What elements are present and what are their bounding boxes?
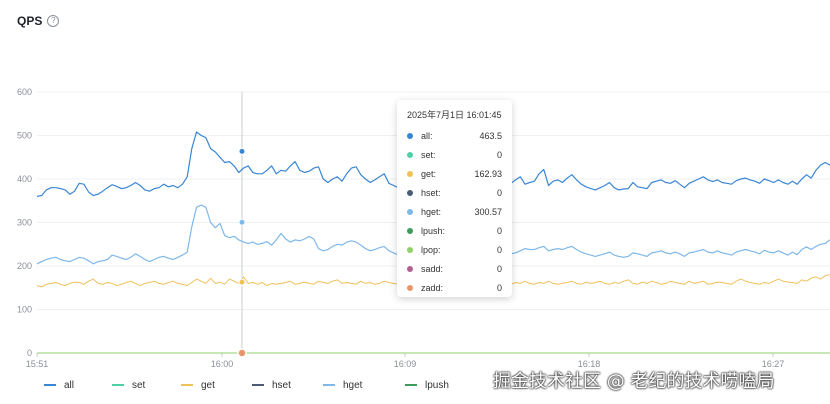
series-dot-icon <box>407 133 413 140</box>
series-dot-icon <box>407 246 413 253</box>
tooltip-series-name: get: <box>421 169 437 180</box>
hover-point-hget <box>238 218 246 226</box>
tooltip-series-value: 0 <box>496 225 502 236</box>
tooltip-timestamp: 2025年7月1日 16:01:45 <box>407 110 502 120</box>
tooltip-series-name: sadd: <box>421 263 444 274</box>
tooltip-series-name: lpop: <box>421 244 441 255</box>
y-tick-label: 500 <box>17 131 32 141</box>
tooltip-series-name: all: <box>421 131 433 142</box>
watermark: 掘金技术社区 @ 老纪的技术唠嗑局 <box>493 371 775 392</box>
tooltip-series-name: lpush: <box>421 225 446 236</box>
legend-label: hget <box>343 380 363 391</box>
legend-item-hget[interactable]: hget <box>323 380 363 391</box>
tooltip-series-value: 0 <box>496 188 502 199</box>
tooltip-series-value: 0 <box>496 244 502 255</box>
hover-point-all <box>238 147 246 155</box>
x-tick-label: 16:09 <box>394 359 417 369</box>
tooltip-series-name: hget: <box>421 207 442 217</box>
tooltip-series-value: 463.5 <box>479 131 502 142</box>
tooltip-row: hget: 300.57 <box>407 203 502 222</box>
series-dot-icon <box>407 265 413 272</box>
y-tick-label: 300 <box>17 218 32 228</box>
tooltip-row: set: 0 <box>407 146 502 165</box>
x-tick-label: 15:51 <box>26 359 49 369</box>
tooltip-row: all: 463.5 <box>407 127 502 146</box>
tooltip-row: sadd: 0 <box>407 259 502 278</box>
y-tick-label: 0 <box>27 348 32 358</box>
tooltip-row: lpush: 0 <box>407 221 502 240</box>
legend-label: hset <box>272 380 291 391</box>
tooltip-series-name: set: <box>421 150 436 161</box>
tooltip-row: zadd: 0 <box>407 278 502 297</box>
legend-label: set <box>132 380 146 391</box>
y-tick-label: 400 <box>17 174 32 184</box>
tooltip-series-value: 0 <box>496 282 502 293</box>
tooltip-row: lpop: 0 <box>407 240 502 259</box>
legend-label: all <box>64 380 74 391</box>
tooltip-series-value: 300.57 <box>474 207 502 217</box>
legend-item-lpush[interactable]: lpush <box>405 380 449 391</box>
y-tick-label: 200 <box>17 261 32 271</box>
tooltip-rows: all: 463.5 set: 0 get: 162.93 hset: 0 hget: 300.5… <box>407 127 502 297</box>
tooltip-row: hset: 0 <box>407 184 502 203</box>
legend-item-set[interactable]: set <box>112 380 146 391</box>
legend-label: lpush <box>425 380 449 391</box>
tooltip-series-name: zadd: <box>421 282 444 293</box>
series-dot-icon <box>407 171 413 178</box>
tooltip-series-value: 0 <box>496 150 502 161</box>
hover-point-zero <box>237 348 247 358</box>
series-dot-icon <box>407 284 413 291</box>
legend-item-get[interactable]: get <box>181 380 215 391</box>
series-dot-icon <box>407 209 413 215</box>
y-tick-label: 100 <box>17 305 32 315</box>
legend-item-all[interactable]: all <box>44 380 74 391</box>
tooltip-series-name: hset: <box>421 188 441 199</box>
series-dot-icon <box>407 190 413 197</box>
legend-label: get <box>201 380 215 391</box>
tooltip-series-value: 0 <box>496 263 502 274</box>
qps-panel: QPS ? 0 100 200 300 400 500 600 15:51 16:00 16:09… <box>0 0 830 404</box>
y-tick-label: 600 <box>17 87 32 97</box>
x-tick-label: 16:00 <box>211 359 234 369</box>
hover-point-get <box>238 278 246 286</box>
tooltip-row: get: 162.93 <box>407 165 502 184</box>
series-dot-icon <box>407 227 413 234</box>
legend-item-hset[interactable]: hset <box>252 380 291 391</box>
chart-tooltip: 2025年7月1日 16:01:45 all: 463.5 set: 0 get: 162… <box>397 100 512 297</box>
tooltip-series-value: 162.93 <box>474 169 502 180</box>
series-dot-icon <box>407 152 413 159</box>
